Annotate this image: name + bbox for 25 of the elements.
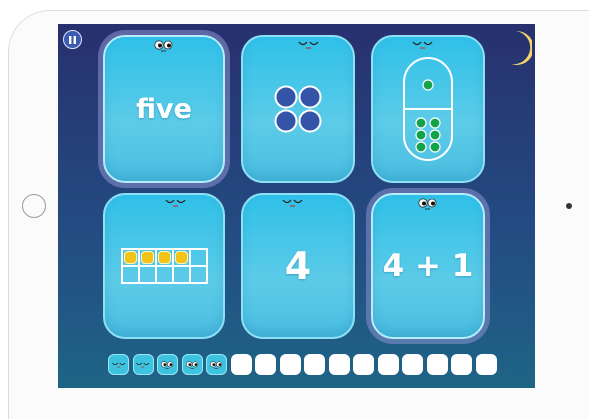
sleeping-card[interactable]: 4 <box>241 193 355 339</box>
eyes-icon <box>153 40 175 52</box>
four-dots-icon <box>274 85 322 133</box>
sleeping-face-icon <box>164 198 188 208</box>
sleeping-face-icon <box>410 40 434 50</box>
sleeping-face-icon <box>280 198 304 208</box>
eyes-icon <box>160 358 175 370</box>
camera-icon <box>566 203 572 209</box>
moon-icon <box>510 30 532 66</box>
sleeping-card[interactable] <box>371 35 485 183</box>
eyes-icon <box>184 358 200 370</box>
eyes-icon <box>209 358 224 370</box>
pause-icon <box>69 36 76 44</box>
sleeping-card[interactable] <box>241 35 355 183</box>
card-text: 4 <box>284 244 312 288</box>
awake-card[interactable]: five <box>103 35 225 183</box>
sleeping-face-icon <box>297 40 321 50</box>
card-text: five <box>136 94 192 124</box>
sleeping-card[interactable] <box>103 193 225 339</box>
card-text: 4 + 1 <box>382 248 474 284</box>
home-button[interactable] <box>22 194 46 218</box>
awake-card[interactable]: 4 + 1 <box>371 193 485 339</box>
pause-button[interactable] <box>63 30 82 49</box>
eyes-icon <box>417 198 439 210</box>
domino-icon <box>403 57 453 161</box>
